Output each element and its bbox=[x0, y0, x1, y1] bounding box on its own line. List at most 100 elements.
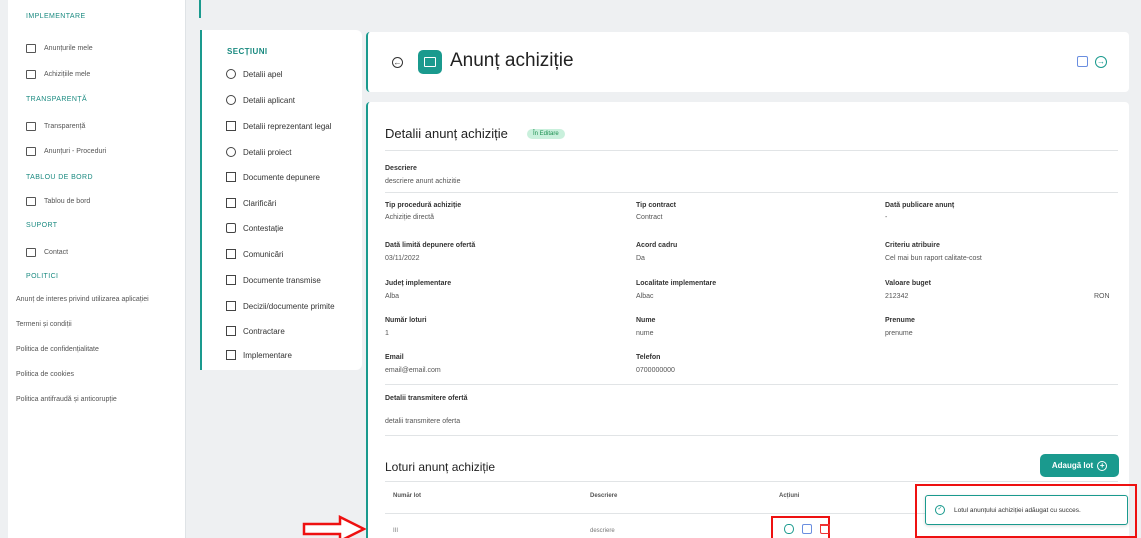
sidebar-item-achizitiile-mele[interactable]: Achizițiile mele bbox=[26, 70, 90, 79]
sidebar-item-label: Contact bbox=[44, 249, 69, 256]
document-icon bbox=[226, 172, 236, 182]
field-label: Dată publicare anunț bbox=[885, 202, 955, 209]
section-item-documente-transmise[interactable]: Documente transmise bbox=[226, 275, 321, 285]
field-label: Detalii transmitere ofertă bbox=[385, 395, 468, 402]
policy-link[interactable]: Politica antifraudă și anticorupție bbox=[16, 396, 117, 403]
section-item-label: Clarificări bbox=[243, 198, 277, 208]
status-badge: În Editare bbox=[527, 129, 565, 139]
sidebar-item-anunturile-mele[interactable]: Anunțurile mele bbox=[26, 44, 93, 53]
field-value: 1 bbox=[385, 330, 389, 337]
field-value: Da bbox=[636, 255, 645, 262]
check-circle-icon: ✓ bbox=[935, 505, 945, 515]
section-item-detalii-proiect[interactable]: Detalii proiect bbox=[226, 147, 291, 157]
policy-link[interactable]: Politica de confidențialitate bbox=[16, 346, 99, 353]
trash-icon[interactable] bbox=[820, 524, 830, 534]
policy-link[interactable]: Anunț de interes privind utilizarea apli… bbox=[16, 296, 149, 303]
divider bbox=[385, 435, 1118, 436]
sidebar-section-suport: SUPORT bbox=[26, 222, 58, 229]
page-header: ← Anunț achiziție → bbox=[366, 32, 1129, 92]
field-label: Județ implementare bbox=[385, 280, 452, 287]
sidebar-item-label: Transparență bbox=[44, 123, 86, 130]
eye-icon[interactable] bbox=[784, 524, 794, 534]
field-label: Localitate implementare bbox=[636, 280, 717, 287]
ticket-icon bbox=[418, 50, 442, 74]
section-item-comunicari[interactable]: Comunicări bbox=[226, 249, 283, 259]
info-icon bbox=[226, 95, 236, 105]
field-label: Tip procedură achiziție bbox=[385, 202, 462, 209]
currency-label: RON bbox=[1094, 293, 1110, 300]
page-title: Anunț achiziție bbox=[450, 50, 574, 71]
arrow-right-circle-icon[interactable]: → bbox=[1095, 56, 1107, 68]
policy-link[interactable]: Politica de cookies bbox=[16, 371, 74, 378]
field-label: Acord cadru bbox=[636, 242, 678, 249]
sidebar-item-label: Achizițiile mele bbox=[44, 71, 91, 78]
section-item-label: Documente transmise bbox=[243, 275, 321, 285]
sidebar-item-tablou-de-bord[interactable]: Tablou de bord bbox=[26, 197, 90, 206]
monitor-icon bbox=[26, 197, 36, 206]
field-value: prenume bbox=[885, 330, 913, 337]
window-icon bbox=[226, 350, 236, 360]
section-item-implementare[interactable]: Implementare bbox=[226, 350, 292, 360]
warning-icon bbox=[226, 223, 236, 233]
sidebar-section-tablou: TABLOU DE BORD bbox=[26, 174, 93, 181]
edit-icon[interactable] bbox=[802, 524, 812, 534]
folder-icon bbox=[26, 44, 36, 53]
field-value: 03/11/2022 bbox=[385, 255, 420, 262]
field-value: detalii transmitere oferta bbox=[385, 418, 461, 425]
field-value: Achiziție directă bbox=[385, 214, 435, 221]
info-icon bbox=[226, 69, 236, 79]
divider bbox=[385, 150, 1118, 151]
section-item-decizii[interactable]: Decizii/documente primite bbox=[226, 301, 335, 311]
section-item-label: Contestație bbox=[243, 223, 284, 233]
details-title: Detalii anunț achiziție bbox=[385, 126, 508, 141]
field-label: Tip contract bbox=[636, 202, 676, 209]
divider bbox=[385, 481, 1118, 482]
section-item-reprezentant-legal[interactable]: Detalii reprezentant legal bbox=[226, 121, 332, 131]
field-value: Cel mai bun raport calitate-cost bbox=[885, 255, 982, 262]
section-item-label: Comunicări bbox=[243, 249, 284, 259]
document-icon bbox=[226, 275, 236, 285]
field-value: Alba bbox=[385, 293, 400, 300]
field-value: descriere anunt achizitie bbox=[385, 178, 461, 185]
field-label: Valoare buget bbox=[885, 280, 931, 287]
field-label: Dată limită depunere ofertă bbox=[385, 242, 476, 249]
section-item-contractare[interactable]: Contractare bbox=[226, 326, 285, 336]
field-value: - bbox=[885, 214, 888, 221]
clipboard-icon bbox=[226, 198, 236, 208]
section-item-contestatie[interactable]: Contestație bbox=[226, 223, 283, 233]
document-icon bbox=[226, 301, 236, 311]
id-card-icon bbox=[226, 121, 236, 131]
field-value: 212342 bbox=[885, 293, 909, 300]
section-item-detalii-apel[interactable]: Detalii apel bbox=[226, 69, 283, 79]
lot-description-cell: descriere bbox=[590, 528, 615, 534]
column-header: Acțiuni bbox=[779, 493, 800, 499]
section-item-detalii-aplicant[interactable]: Detalii aplicant bbox=[226, 95, 295, 105]
back-arrow-icon[interactable]: ← bbox=[392, 57, 403, 68]
field-label: Prenume bbox=[885, 317, 915, 324]
sidebar-item-transparenta[interactable]: Transparență bbox=[26, 122, 85, 131]
copy-icon bbox=[226, 326, 236, 336]
loturi-title: Loturi anunț achiziție bbox=[385, 460, 496, 474]
sidebar-item-anunturi-proceduri[interactable]: Anunțuri - Proceduri bbox=[26, 147, 106, 156]
section-item-label: Contractare bbox=[243, 326, 285, 336]
divider bbox=[385, 192, 1118, 193]
field-label: Email bbox=[385, 354, 404, 361]
field-label: Nume bbox=[636, 317, 656, 324]
add-lot-label: Adaugă lot bbox=[1051, 461, 1094, 470]
sidebar-item-contact[interactable]: Contact bbox=[26, 248, 68, 257]
add-lot-button[interactable]: Adaugă lot + bbox=[1040, 454, 1119, 477]
annotation-arrow-icon bbox=[302, 515, 366, 538]
field-label: Criteriu atribuire bbox=[885, 242, 940, 249]
sidebar-item-label: Anunțuri - Proceduri bbox=[44, 148, 107, 155]
section-item-clarificari[interactable]: Clarificări bbox=[226, 198, 276, 208]
sections-panel: SECȚIUNI Detalii apel Detalii aplicant D… bbox=[200, 30, 362, 370]
edit-icon[interactable] bbox=[1077, 56, 1088, 67]
main-sidebar: IMPLEMENTARE Anunțurile mele Achizițiile… bbox=[8, 0, 186, 538]
field-label: Descriere bbox=[385, 165, 417, 172]
document-icon bbox=[26, 70, 36, 79]
section-item-label: Detalii apel bbox=[243, 69, 283, 79]
section-item-label: Implementare bbox=[243, 350, 292, 360]
section-item-documente-depunere[interactable]: Documente depunere bbox=[226, 172, 320, 182]
policy-link[interactable]: Termeni și condiții bbox=[16, 321, 72, 328]
field-label: Număr loturi bbox=[385, 317, 427, 324]
